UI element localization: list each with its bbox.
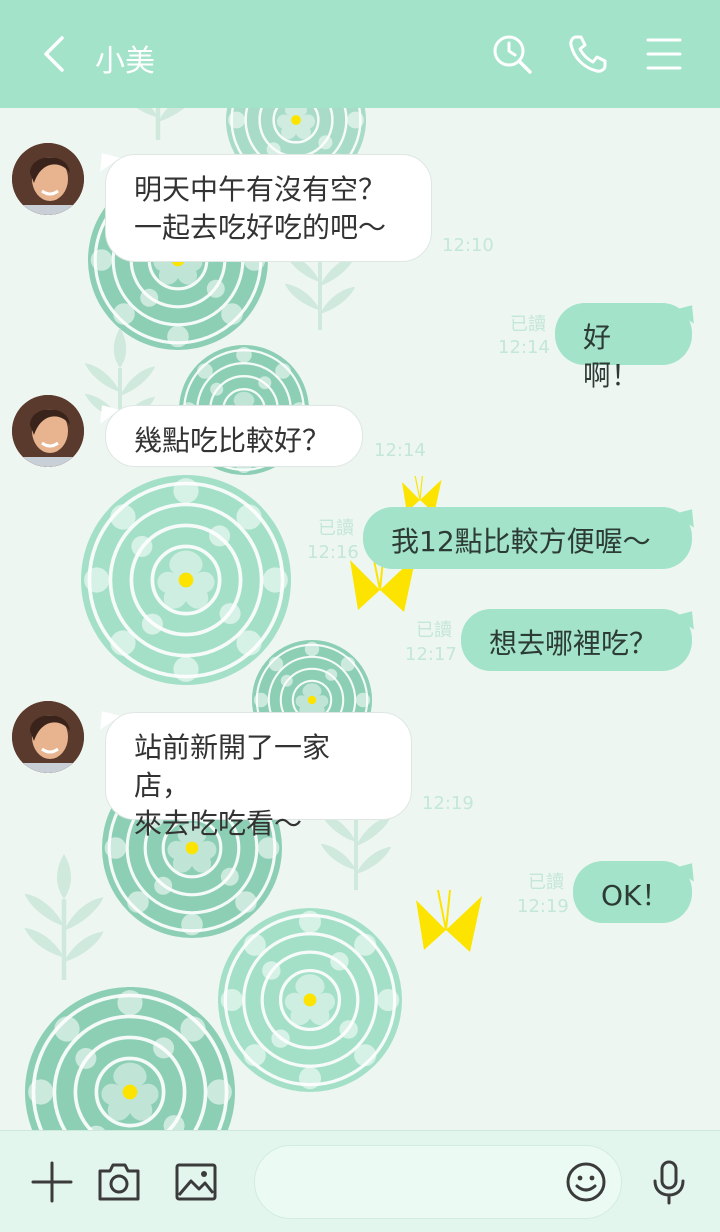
message-text-line: 站前新開了一家店， <box>134 731 331 802</box>
message-list[interactable]: 明天中午有沒有空？ 一起去吃好吃的吧～ 12:10 已讀 12:14 好啊！ 幾… <box>0 0 720 1232</box>
avatar-photo-icon <box>12 701 84 773</box>
read-receipt: 已讀 <box>510 314 546 335</box>
message-text-line: 幾點吃比較好？ <box>134 424 331 457</box>
message-text-line: 好啊！ <box>583 321 640 392</box>
avatar-photo-icon <box>12 395 84 467</box>
message-time: 12:17 <box>405 644 457 665</box>
message-bubble-incoming[interactable]: 明天中午有沒有空？ 一起去吃好吃的吧～ <box>105 154 432 262</box>
message-bubble-incoming[interactable]: 幾點吃比較好？ <box>105 405 363 467</box>
message-bubble-incoming[interactable]: 站前新開了一家店， 來去吃吃看～ <box>105 712 412 840</box>
chat-title: 小美 <box>95 44 155 79</box>
message-text-line: 我12點比較方便喔～ <box>391 525 651 558</box>
phone-icon[interactable] <box>566 32 610 76</box>
camera-icon[interactable] <box>96 1159 142 1205</box>
read-receipt: 已讀 <box>318 518 354 539</box>
message-time: 12:19 <box>517 896 569 917</box>
avatar[interactable] <box>12 701 84 773</box>
hamburger-menu-icon[interactable] <box>642 32 686 76</box>
read-receipt: 已讀 <box>416 620 452 641</box>
message-text-line: OK！ <box>601 879 670 912</box>
message-time: 12:19 <box>422 793 474 814</box>
input-toolbar <box>0 1130 720 1232</box>
read-receipt: 已讀 <box>528 872 564 893</box>
search-clock-icon[interactable] <box>490 32 534 76</box>
message-text-line: 來去吃吃看～ <box>134 807 303 840</box>
message-time: 12:14 <box>374 440 426 461</box>
message-time: 12:14 <box>498 337 550 358</box>
smiley-icon[interactable] <box>564 1160 608 1204</box>
message-time: 12:16 <box>307 542 359 563</box>
message-bubble-outgoing[interactable]: 想去哪裡吃？ <box>461 609 692 671</box>
avatar-photo-icon <box>12 143 84 215</box>
microphone-icon[interactable] <box>646 1159 692 1205</box>
avatar[interactable] <box>12 395 84 467</box>
message-text-line: 明天中午有沒有空？ <box>134 173 387 206</box>
message-text-line: 一起去吃好吃的吧～ <box>134 211 387 244</box>
plus-icon[interactable] <box>29 1159 75 1205</box>
message-bubble-outgoing[interactable]: 好啊！ <box>555 303 692 392</box>
chevron-left-icon[interactable] <box>38 34 70 74</box>
chat-header: 小美 <box>0 0 720 108</box>
message-bubble-outgoing[interactable]: OK！ <box>573 861 692 923</box>
image-icon[interactable] <box>173 1159 219 1205</box>
message-bubble-outgoing[interactable]: 我12點比較方便喔～ <box>363 507 692 569</box>
message-time: 12:10 <box>442 235 494 256</box>
message-text-line: 想去哪裡吃？ <box>489 627 658 660</box>
avatar[interactable] <box>12 143 84 215</box>
